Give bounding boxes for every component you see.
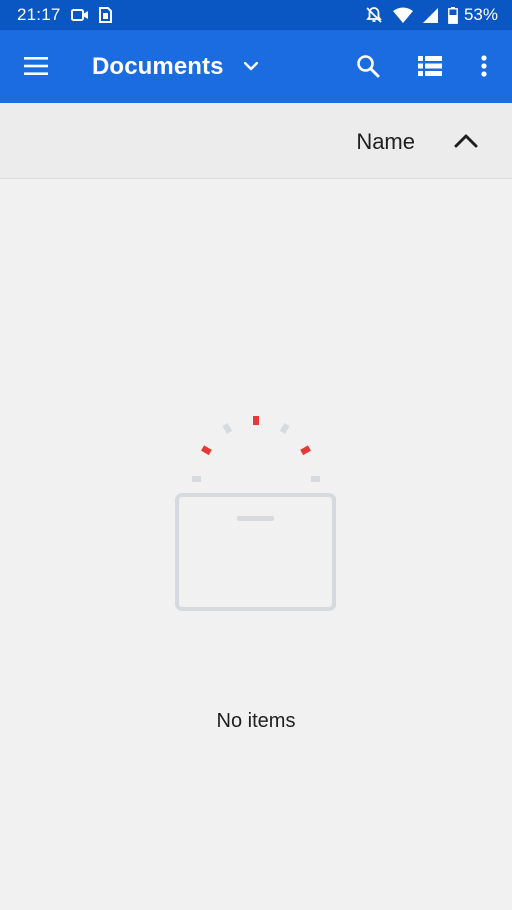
battery-icon xyxy=(448,6,458,24)
more-vert-icon xyxy=(481,55,487,77)
chevron-up-icon xyxy=(454,134,478,148)
menu-button[interactable] xyxy=(12,42,60,90)
battery-percent: 53% xyxy=(463,5,498,24)
status-bar: 21:17 53% xyxy=(0,0,512,30)
sim-card-icon xyxy=(98,7,112,23)
status-right: 53% xyxy=(365,5,498,25)
status-left: 21:17 xyxy=(17,5,112,25)
menu-icon xyxy=(24,57,48,75)
screen: 21:17 53% Documents Name No items xyxy=(0,0,512,910)
root-selector[interactable]: Documents xyxy=(92,30,258,103)
wifi-icon xyxy=(392,7,413,23)
empty-message: No items xyxy=(216,710,296,732)
search-icon xyxy=(356,54,380,78)
page-title: Documents xyxy=(92,52,224,80)
signal-icon xyxy=(422,7,438,23)
list-view-icon xyxy=(418,56,442,76)
sort-by-name[interactable]: Name xyxy=(356,129,415,155)
search-button[interactable] xyxy=(344,42,392,90)
video-camera-icon xyxy=(70,8,89,22)
notifications-off-icon xyxy=(365,6,383,24)
empty-tray-icon xyxy=(172,412,340,614)
app-bar: Documents xyxy=(0,30,512,103)
sort-header: Name xyxy=(0,103,512,179)
more-options-button[interactable] xyxy=(460,42,508,90)
chevron-down-icon xyxy=(243,62,258,71)
view-mode-button[interactable] xyxy=(406,42,454,90)
sort-direction-button[interactable] xyxy=(442,117,490,165)
status-time: 21:17 xyxy=(17,5,61,24)
